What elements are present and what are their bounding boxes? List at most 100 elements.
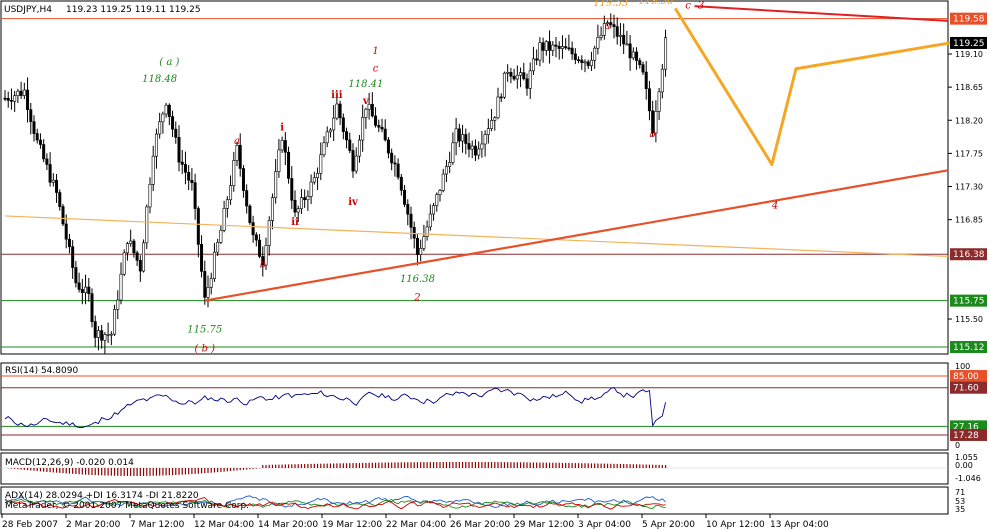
candle-body xyxy=(232,160,236,186)
candle-body xyxy=(293,199,297,213)
candle-body xyxy=(383,128,387,141)
candle-body xyxy=(13,95,17,102)
candle-body xyxy=(167,104,171,117)
candle-body xyxy=(29,109,33,122)
time-tick-label: 3 Apr 04:00 xyxy=(578,520,631,530)
candle-body xyxy=(412,226,416,239)
candle-body xyxy=(174,128,178,138)
price-tick-label: 115.50 xyxy=(955,315,983,324)
candle-body xyxy=(403,189,407,205)
candle-body xyxy=(380,126,384,130)
candle-body xyxy=(119,273,123,301)
candle-body xyxy=(106,334,110,336)
price-tick-label: 117.75 xyxy=(955,149,983,158)
candle-body xyxy=(396,163,400,178)
candle-body xyxy=(148,184,152,208)
candle-body xyxy=(622,34,626,45)
candle-body xyxy=(628,43,632,59)
candle-body xyxy=(312,177,316,183)
candle-body xyxy=(586,61,590,66)
candle-body xyxy=(216,242,220,253)
candle-body xyxy=(406,204,410,215)
ohlc-values: 119.23 119.25 119.11 119.25 xyxy=(66,5,201,15)
price-tag-115.12: 115.12 xyxy=(953,343,985,353)
chart-canvas[interactable]: 118.48 118.41 115.75 116.38 119.53 119.56 ( a … xyxy=(0,0,989,530)
candle-body xyxy=(612,24,616,27)
candle-body xyxy=(200,244,204,272)
candle-body xyxy=(32,121,36,134)
time-tick-label: 29 Mar 12:00 xyxy=(514,520,574,530)
candle-body xyxy=(87,286,91,294)
candle-body xyxy=(370,103,374,117)
candle-body xyxy=(399,176,403,191)
candle-body xyxy=(245,190,249,207)
wave-label: a xyxy=(605,21,611,32)
candle-body xyxy=(441,173,445,191)
candle-body xyxy=(61,206,65,225)
candle-body xyxy=(464,134,468,144)
candle-body xyxy=(158,121,162,135)
candle-body xyxy=(515,74,519,80)
candle-body xyxy=(299,197,303,209)
candle-body xyxy=(267,220,271,246)
candle-body xyxy=(522,72,526,80)
candle-body xyxy=(506,72,510,74)
wave-label: b xyxy=(260,259,266,270)
candle-body xyxy=(638,60,642,65)
candle-body xyxy=(26,89,30,110)
candle-body xyxy=(525,78,529,89)
candle-body xyxy=(190,179,194,184)
candle-body xyxy=(290,178,294,201)
candle-body xyxy=(206,287,210,298)
candle-body xyxy=(16,90,20,96)
candle-body xyxy=(544,41,548,51)
price-annotation-118.48: 118.48 xyxy=(142,74,177,85)
time-tick-label: 26 Mar 20:00 xyxy=(450,520,510,530)
candle-body xyxy=(490,120,494,129)
wave-label: c xyxy=(373,64,379,75)
candle-body xyxy=(332,117,336,131)
candle-body xyxy=(589,59,593,66)
price-annotation-119.53: 119.53 xyxy=(593,0,628,9)
candle-body xyxy=(238,145,242,169)
candle-body xyxy=(3,97,7,100)
candle-body xyxy=(42,144,46,160)
price-tag-119.25: 119.25 xyxy=(953,39,985,49)
candle-body xyxy=(328,129,332,133)
time-tick-label: 28 Feb 2007 xyxy=(2,520,58,530)
candle-body xyxy=(560,46,564,49)
candle-body xyxy=(448,162,452,167)
candle-body xyxy=(341,117,345,132)
candle-body xyxy=(254,234,258,241)
adx-tick: 35 xyxy=(955,505,965,514)
candle-body xyxy=(557,45,561,49)
candle-body xyxy=(274,171,278,198)
candle-body xyxy=(116,299,120,310)
candle-body xyxy=(573,53,577,61)
price-tick-label: 117.30 xyxy=(955,183,983,192)
candle-body xyxy=(454,128,458,144)
candle-body xyxy=(428,213,432,228)
candle-body xyxy=(438,190,442,195)
candle-body xyxy=(280,140,284,151)
candle-body xyxy=(67,238,71,248)
time-tick-label: 22 Mar 04:00 xyxy=(386,520,446,530)
candle-body xyxy=(145,206,149,244)
candle-body xyxy=(377,125,381,128)
candle-body xyxy=(583,61,587,64)
candle-body xyxy=(100,330,104,341)
candle-body xyxy=(183,164,187,173)
wave-label: i xyxy=(280,123,284,134)
candle-body xyxy=(567,47,571,50)
candle-body xyxy=(364,108,368,118)
candle-body xyxy=(483,134,487,145)
candle-body xyxy=(225,199,229,209)
candle-body xyxy=(325,131,329,144)
candle-body xyxy=(125,243,129,254)
candle-body xyxy=(93,321,97,338)
candle-body xyxy=(644,71,648,89)
rsi-label: RSI(14) 54.8090 xyxy=(5,366,78,376)
rsi-tick-top: 100 xyxy=(955,362,970,371)
candle-body xyxy=(319,154,323,174)
macd-tick: -1.046 xyxy=(955,474,981,483)
